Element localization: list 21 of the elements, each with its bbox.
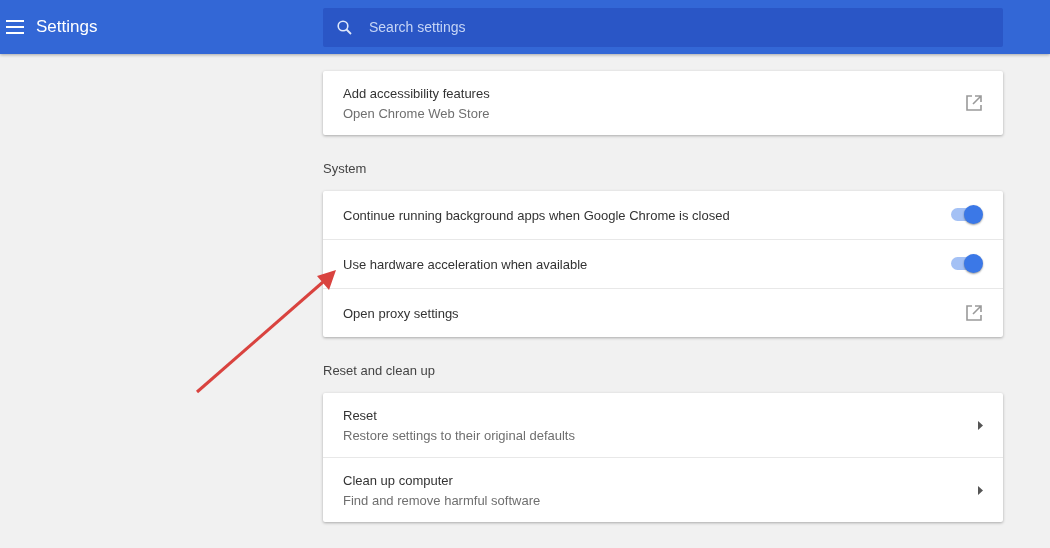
setting-label: Continue running background apps when Google Chrome is closed: [343, 207, 731, 223]
search-icon: [337, 19, 352, 35]
external-link-icon[interactable]: [965, 94, 983, 112]
toggle-switch[interactable]: [951, 254, 983, 274]
toggle-switch[interactable]: [951, 205, 983, 225]
section-heading: System: [323, 160, 368, 178]
setting-label: Open proxy settings: [343, 305, 460, 321]
setting-label: Use hardware acceleration when available: [343, 256, 589, 272]
setting-label: Add accessibility features: [343, 85, 491, 101]
setting-label: Clean up computer: [343, 472, 454, 488]
setting-description: Open Chrome Web Store: [343, 105, 491, 121]
chevron-right-icon[interactable]: [977, 420, 983, 430]
chevron-right-icon[interactable]: [977, 485, 983, 495]
search-field[interactable]: Search settings: [323, 7, 1003, 47]
menu-icon[interactable]: [6, 20, 24, 34]
setting-description: Restore settings to their original defaults: [343, 427, 576, 443]
setting-description: Find and remove harmful software: [343, 492, 542, 508]
external-link-icon[interactable]: [965, 304, 983, 322]
page-title: Settings: [36, 17, 99, 37]
setting-label: Reset: [343, 407, 378, 423]
section-heading: Reset and clean up: [323, 362, 437, 380]
